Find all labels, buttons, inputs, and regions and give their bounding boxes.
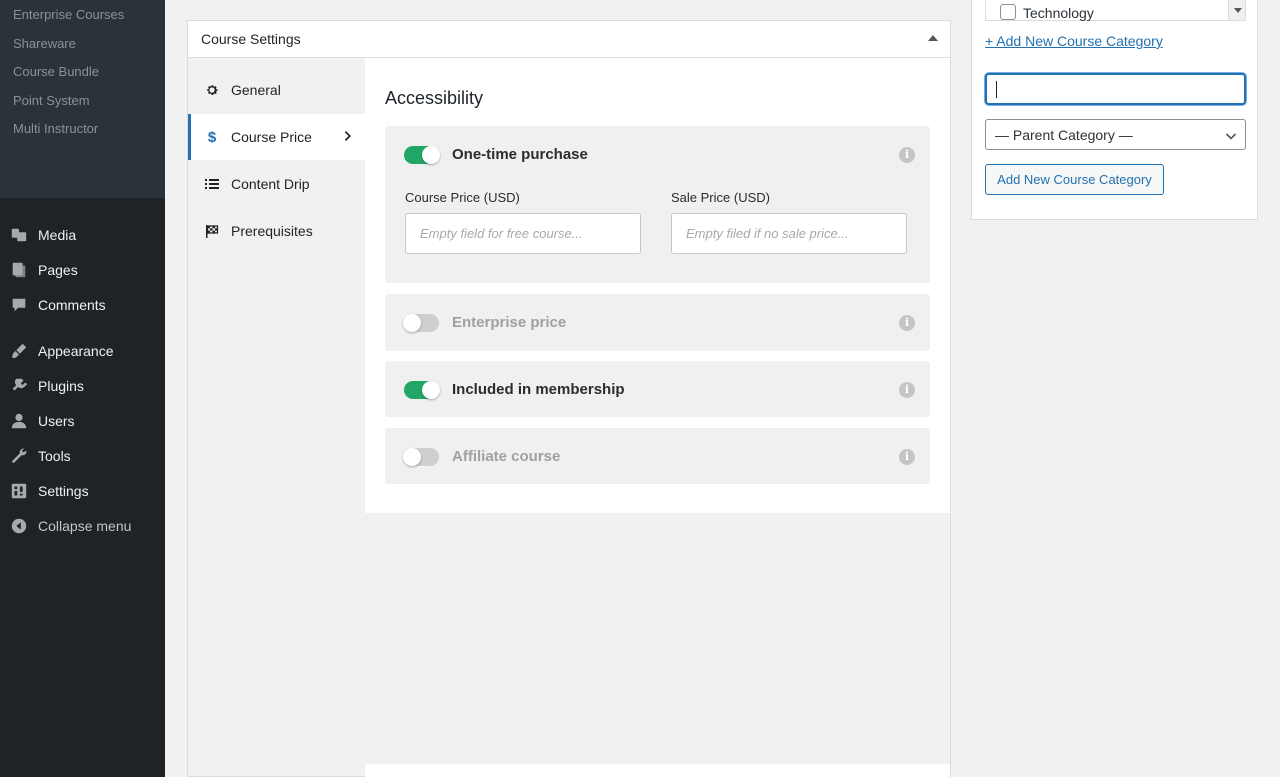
menu-label: Appearance — [38, 343, 114, 359]
menu-label: Comments — [38, 297, 106, 313]
media-icon — [0, 226, 38, 244]
metabox-title: Course Settings — [201, 31, 301, 47]
option-label: One-time purchase — [452, 146, 588, 163]
submenu-item-course-bundle[interactable]: Course Bundle — [13, 64, 99, 79]
submenu-item-enterprise-courses[interactable]: Enterprise Courses — [13, 7, 124, 22]
tab-label: General — [231, 82, 281, 98]
menu-item-comments[interactable]: Comments — [0, 290, 165, 320]
course-category-box: Technology + Add New Course Category — P… — [971, 0, 1258, 220]
category-list[interactable]: Technology — [985, 0, 1246, 21]
tools-icon — [0, 447, 38, 465]
option-card-included-in-membership: Included in membership i — [385, 361, 930, 417]
sale-price-label: Sale Price (USD) — [671, 190, 770, 205]
menu-item-users[interactable]: Users — [0, 406, 165, 436]
option-card-affiliate-course: Affiliate course i — [385, 428, 930, 484]
section-title: Accessibility — [385, 88, 484, 108]
affiliate-course-toggle[interactable] — [403, 448, 439, 466]
tab-general[interactable]: General — [188, 67, 365, 113]
category-list-scrollbar[interactable] — [1228, 0, 1245, 20]
enterprise-price-toggle[interactable] — [403, 314, 439, 332]
menu-item-media[interactable]: Media — [0, 220, 165, 250]
add-new-category-link[interactable]: + Add New Course Category — [985, 33, 1163, 49]
menu-item-tools[interactable]: Tools — [0, 441, 165, 471]
tab-prerequisites[interactable]: Prerequisites — [188, 208, 365, 254]
settings-panel-footer — [365, 764, 950, 777]
scroll-down-icon — [1234, 8, 1242, 13]
menu-item-appearance[interactable]: Appearance — [0, 336, 165, 366]
metabox-header[interactable]: Course Settings — [188, 21, 950, 58]
option-card-enterprise-price: Enterprise price i — [385, 294, 930, 351]
flag-icon — [204, 223, 220, 239]
tab-label: Prerequisites — [231, 223, 313, 239]
submenu: Enterprise Courses Shareware Course Bund… — [0, 0, 165, 198]
menu-label: Plugins — [38, 378, 84, 394]
parent-category-select[interactable]: — Parent Category — — [985, 119, 1246, 150]
option-card-one-time-purchase: One-time purchase i Course Price (USD) S… — [385, 126, 930, 283]
tab-label: Course Price — [231, 129, 312, 145]
plugins-icon — [0, 377, 38, 395]
course-settings-metabox: Course Settings General $ Course Price C… — [187, 20, 951, 777]
toggle-knob — [422, 146, 440, 164]
sale-price-input[interactable] — [671, 213, 907, 254]
list-icon — [204, 176, 220, 192]
admin-sidebar: Enterprise Courses Shareware Course Bund… — [0, 0, 165, 777]
toggle-knob — [422, 381, 440, 399]
info-icon[interactable]: i — [899, 315, 915, 331]
course-price-label: Course Price (USD) — [405, 190, 520, 205]
submenu-item-multi-instructor[interactable]: Multi Instructor — [13, 121, 98, 136]
menu-item-pages[interactable]: Pages — [0, 255, 165, 285]
menu-label: Pages — [38, 262, 78, 278]
course-price-input[interactable] — [405, 213, 641, 254]
info-icon[interactable]: i — [899, 147, 915, 163]
submenu-item-shareware[interactable]: Shareware — [13, 36, 76, 51]
menu-label: Settings — [38, 483, 89, 499]
info-icon[interactable]: i — [899, 449, 915, 465]
info-icon[interactable]: i — [899, 382, 915, 398]
text-caret — [996, 81, 997, 98]
users-icon — [0, 412, 38, 430]
menu-item-settings[interactable]: Settings — [0, 476, 165, 506]
collapse-menu-button[interactable]: Collapse menu — [0, 511, 165, 541]
menu-label: Users — [38, 413, 75, 429]
category-label: Technology — [1023, 5, 1094, 21]
tab-label: Content Drip — [231, 176, 310, 192]
menu-label: Collapse menu — [38, 518, 132, 534]
tab-course-price[interactable]: $ Course Price — [188, 114, 365, 160]
toggle-knob — [403, 314, 421, 332]
one-time-purchase-toggle[interactable] — [404, 146, 440, 164]
parent-category-value: — Parent Category — — [995, 126, 1133, 143]
settings-icon — [0, 482, 38, 500]
collapse-icon — [0, 517, 38, 535]
new-category-name-input[interactable] — [985, 73, 1246, 105]
menu-label: Tools — [38, 448, 71, 464]
toggle-knob — [403, 448, 421, 466]
gear-icon — [204, 82, 220, 98]
option-label: Included in membership — [452, 381, 625, 398]
category-checkbox[interactable] — [1000, 4, 1016, 20]
option-label: Affiliate course — [452, 448, 561, 465]
submenu-item-point-system[interactable]: Point System — [13, 93, 90, 108]
comments-icon — [0, 296, 38, 314]
settings-panel: Accessibility One-time purchase i Course… — [365, 58, 950, 513]
add-new-category-button[interactable]: Add New Course Category — [985, 164, 1164, 195]
chevron-down-icon — [1225, 129, 1237, 141]
dollar-icon: $ — [207, 128, 217, 146]
appearance-icon — [0, 342, 38, 360]
pages-icon — [0, 261, 38, 279]
collapse-arrow-icon[interactable] — [928, 35, 938, 41]
option-label: Enterprise price — [452, 314, 567, 331]
menu-label: Media — [38, 227, 77, 243]
chevron-right-icon — [343, 129, 357, 143]
menu-item-plugins[interactable]: Plugins — [0, 371, 165, 401]
tab-content-drip[interactable]: Content Drip — [188, 161, 365, 207]
included-in-membership-toggle[interactable] — [404, 381, 440, 399]
